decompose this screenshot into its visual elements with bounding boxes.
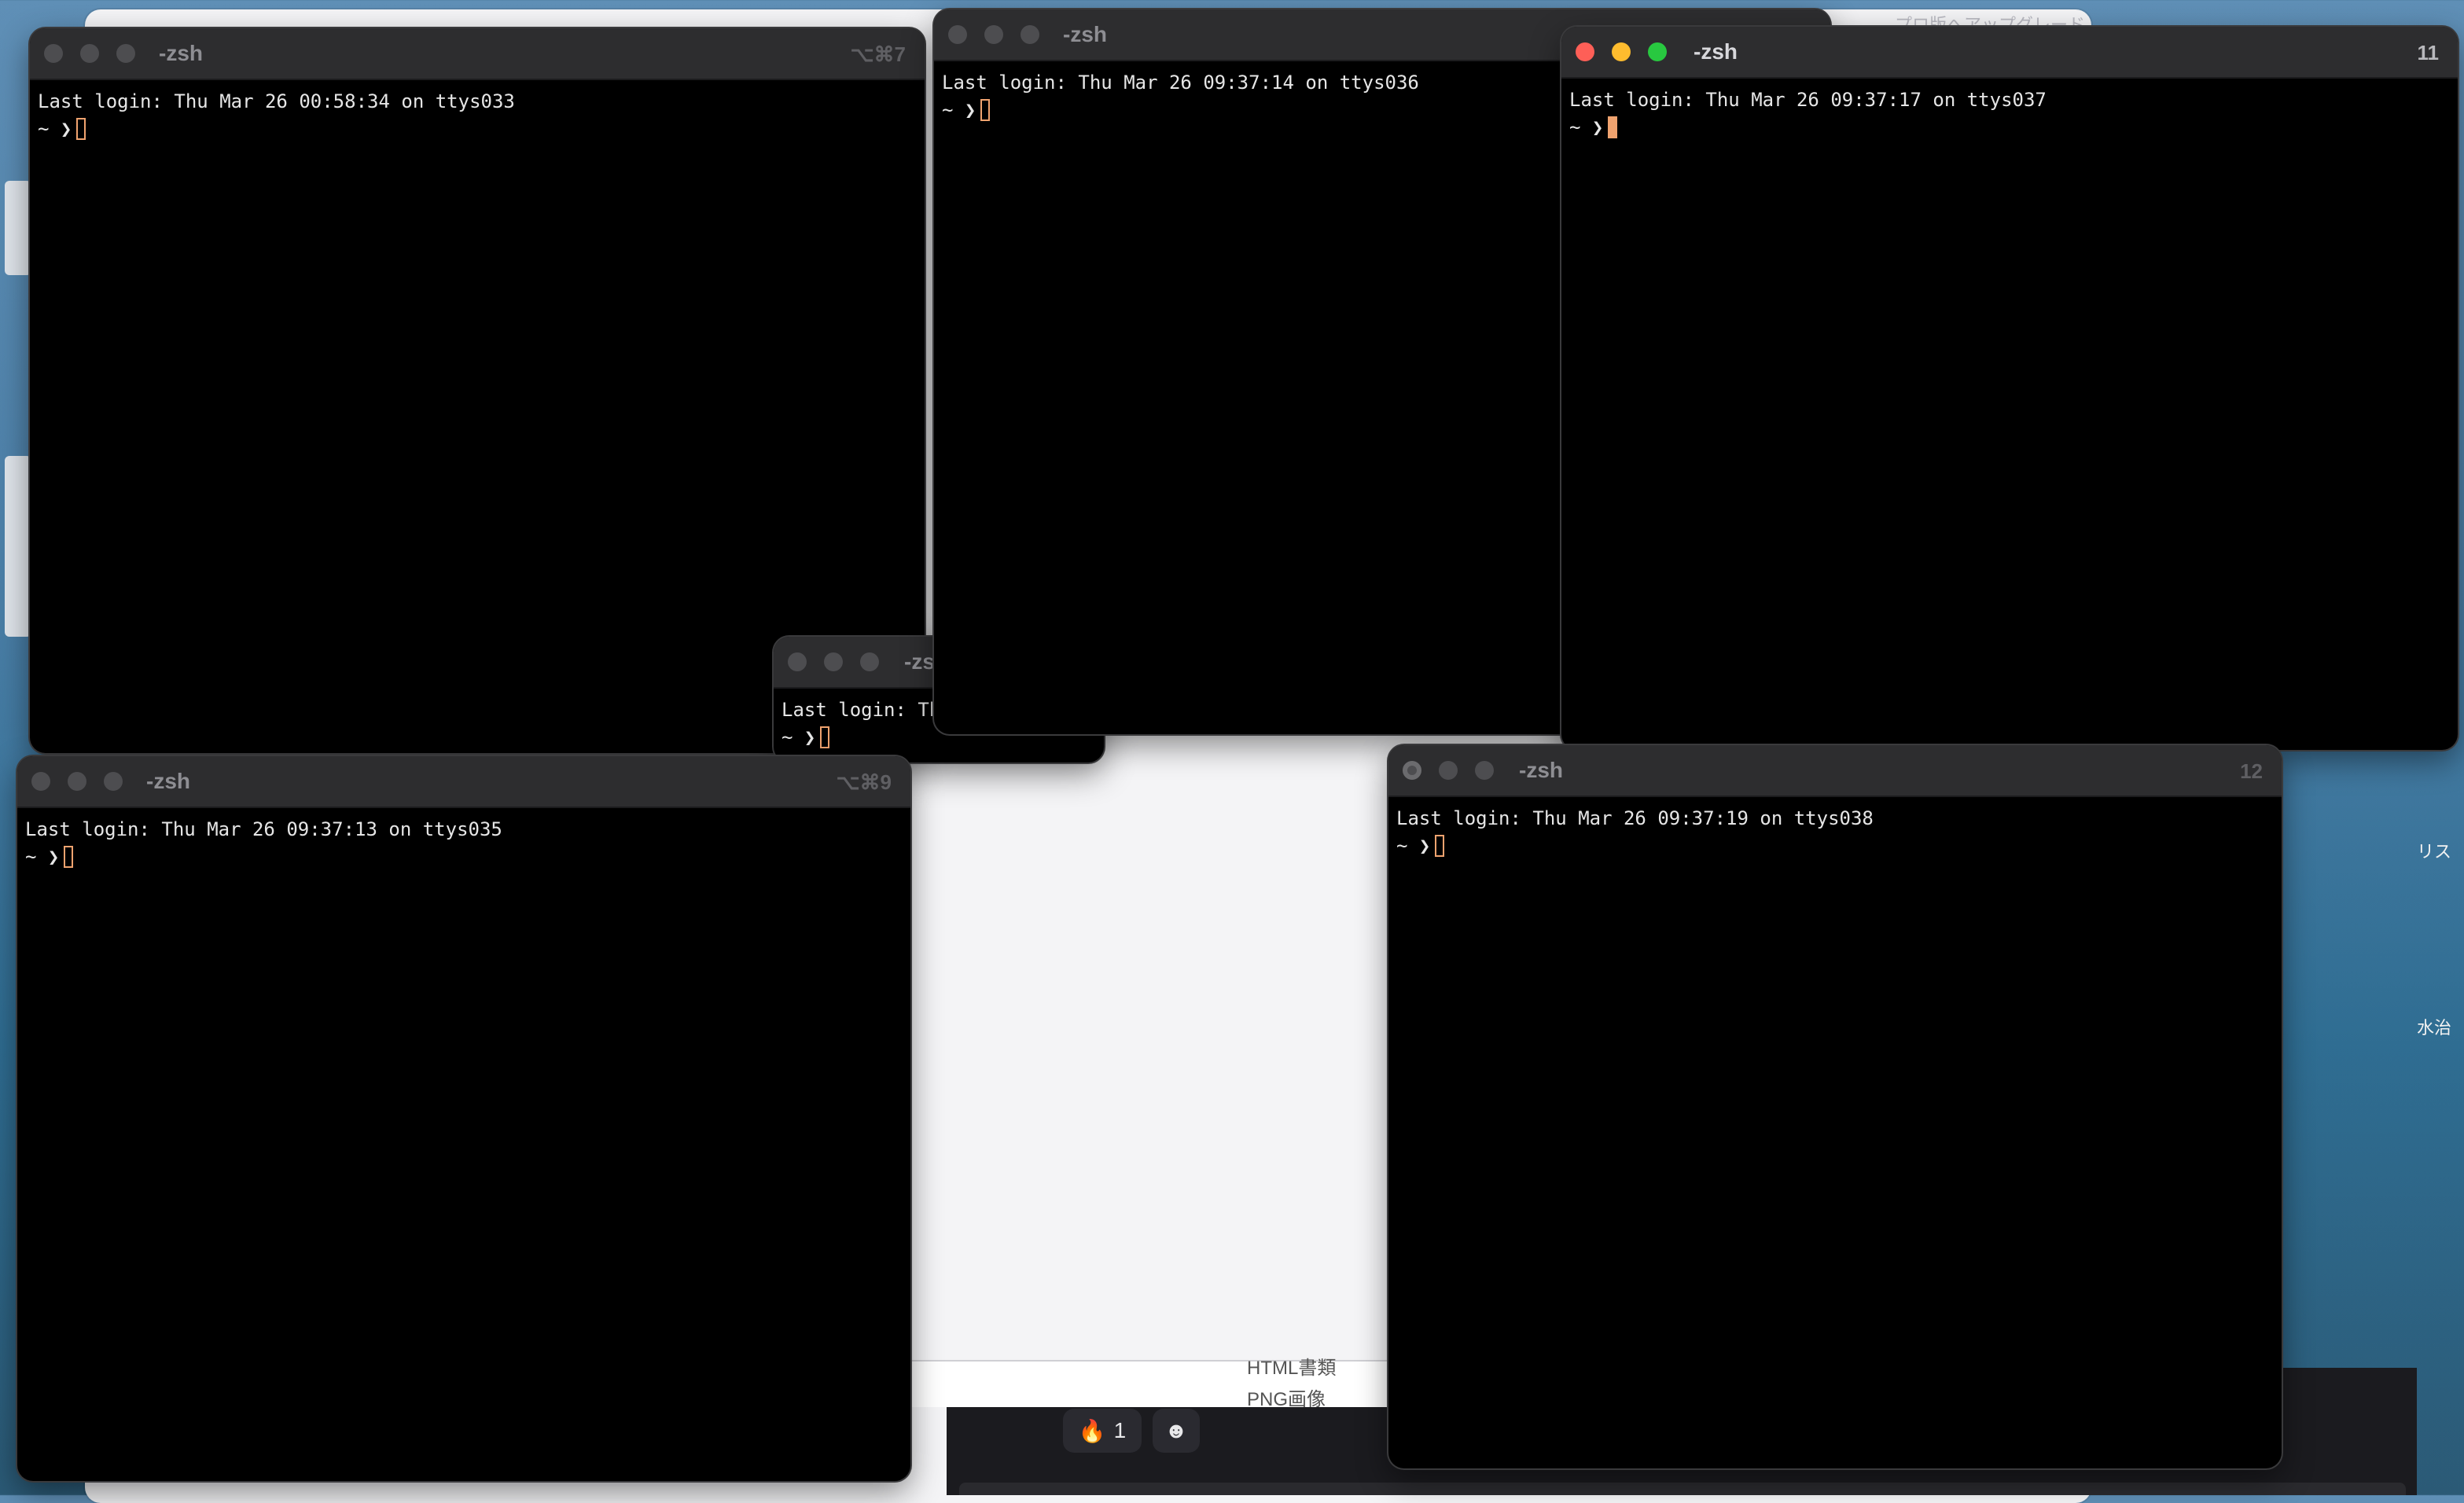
prompt-line: ~ ❯: [1396, 832, 2274, 860]
prompt: ~ ❯: [1569, 116, 1604, 138]
zoom-button[interactable]: [1648, 42, 1667, 61]
zoom-button[interactable]: [104, 772, 123, 791]
cursor: [64, 846, 74, 868]
window-title: -zsh: [146, 769, 190, 793]
zoom-button[interactable]: [1475, 761, 1494, 780]
window-titlebar[interactable]: -zsh ⌥⌘7: [30, 28, 925, 80]
window-title: -zsh: [1694, 39, 1738, 64]
zoom-button[interactable]: [116, 44, 135, 63]
cursor: [820, 726, 830, 748]
minimize-button[interactable]: [1439, 761, 1458, 780]
zoom-button[interactable]: [1021, 25, 1039, 44]
window-shortcut: 12: [2240, 759, 2263, 783]
terminal-window[interactable]: -zsh 12 Last login: Thu Mar 26 09:37:19 …: [1388, 745, 2282, 1468]
prompt: ~ ❯: [942, 99, 976, 121]
minimize-button[interactable]: [68, 772, 86, 791]
window-shortcut: ⌥⌘7: [850, 42, 906, 66]
cursor: [1608, 116, 1618, 138]
cursor: [76, 118, 86, 140]
window-titlebar[interactable]: -zsh ⌥⌘9: [17, 756, 910, 808]
right-edge-label: リス: [2417, 842, 2452, 862]
right-edge-label: 水治: [2417, 1018, 2452, 1038]
last-login-line: Last login: Thu Mar 26 09:37:19 on ttys0…: [1396, 807, 1874, 829]
close-button[interactable]: [1576, 42, 1594, 61]
close-button[interactable]: [44, 44, 63, 63]
window-titlebar[interactable]: -zsh 12: [1388, 745, 2282, 797]
fire-icon: 🔥: [1078, 1418, 1106, 1443]
last-login-line: Last login: Thu Mar 26 00:58:34 on ttys0…: [38, 90, 515, 112]
window-titlebar[interactable]: -zsh 11: [1561, 27, 2458, 79]
close-button[interactable]: [788, 652, 807, 671]
prompt: ~ ❯: [38, 118, 72, 140]
prompt: ~ ❯: [781, 726, 816, 748]
window-shortcut: ⌥⌘9: [836, 770, 892, 794]
terminal-output[interactable]: Last login: Thu Mar 26 09:37:19 on ttys0…: [1388, 797, 2282, 860]
cursor: [980, 99, 991, 121]
terminal-window-active[interactable]: -zsh 11 Last login: Thu Mar 26 09:37:17 …: [1561, 27, 2458, 750]
last-login-line: Last login: Thu Mar 26 09:37:13 on ttys0…: [25, 818, 502, 840]
smiley-icon: ☻: [1164, 1418, 1188, 1442]
file-type-html[interactable]: HTML書類: [1247, 1352, 1336, 1380]
terminal-output[interactable]: Last login: Thu Mar 26 00:58:34 on ttys0…: [30, 80, 925, 143]
prompt-line: ~ ❯: [25, 843, 903, 871]
prompt: ~ ❯: [1396, 835, 1431, 857]
terminal-output[interactable]: Last login: Thu Mar 26 09:37:13 on ttys0…: [17, 808, 910, 871]
last-login-line: Last login: Thu Mar 26 09:37:17 on ttys0…: [1569, 89, 2047, 111]
prompt-line: ~ ❯: [38, 116, 917, 143]
prompt-line: ~ ❯: [1569, 114, 2450, 141]
file-type-png[interactable]: PNG画像: [1247, 1384, 1326, 1411]
reaction-count: 1: [1113, 1418, 1127, 1442]
window-title: -zsh: [1519, 758, 1563, 782]
window-title: -zs: [904, 649, 935, 674]
background-input-bar[interactable]: [959, 1483, 2406, 1495]
terminal-window[interactable]: -zsh ⌥⌘9 Last login: Thu Mar 26 09:37:13…: [17, 756, 910, 1481]
add-reaction-button[interactable]: ☻: [1153, 1409, 1200, 1453]
prompt: ~ ❯: [25, 846, 60, 868]
fire-reaction[interactable]: 🔥 1: [1063, 1409, 1142, 1453]
close-button[interactable]: [31, 772, 50, 791]
zoom-button[interactable]: [860, 652, 879, 671]
terminal-output[interactable]: Last login: Thu Mar 26 09:37:17 on ttys0…: [1561, 79, 2458, 141]
window-shortcut: 11: [2417, 41, 2440, 64]
cursor: [1435, 835, 1445, 857]
window-title: -zsh: [1063, 22, 1107, 46]
left-edge-window: [5, 181, 31, 275]
window-title: -zsh: [159, 41, 203, 65]
minimize-button[interactable]: [1612, 42, 1631, 61]
close-button[interactable]: [948, 25, 967, 44]
left-edge-window: [5, 456, 31, 637]
close-button[interactable]: [1403, 761, 1421, 780]
minimize-button[interactable]: [984, 25, 1003, 44]
minimize-button[interactable]: [80, 44, 99, 63]
minimize-button[interactable]: [824, 652, 843, 671]
